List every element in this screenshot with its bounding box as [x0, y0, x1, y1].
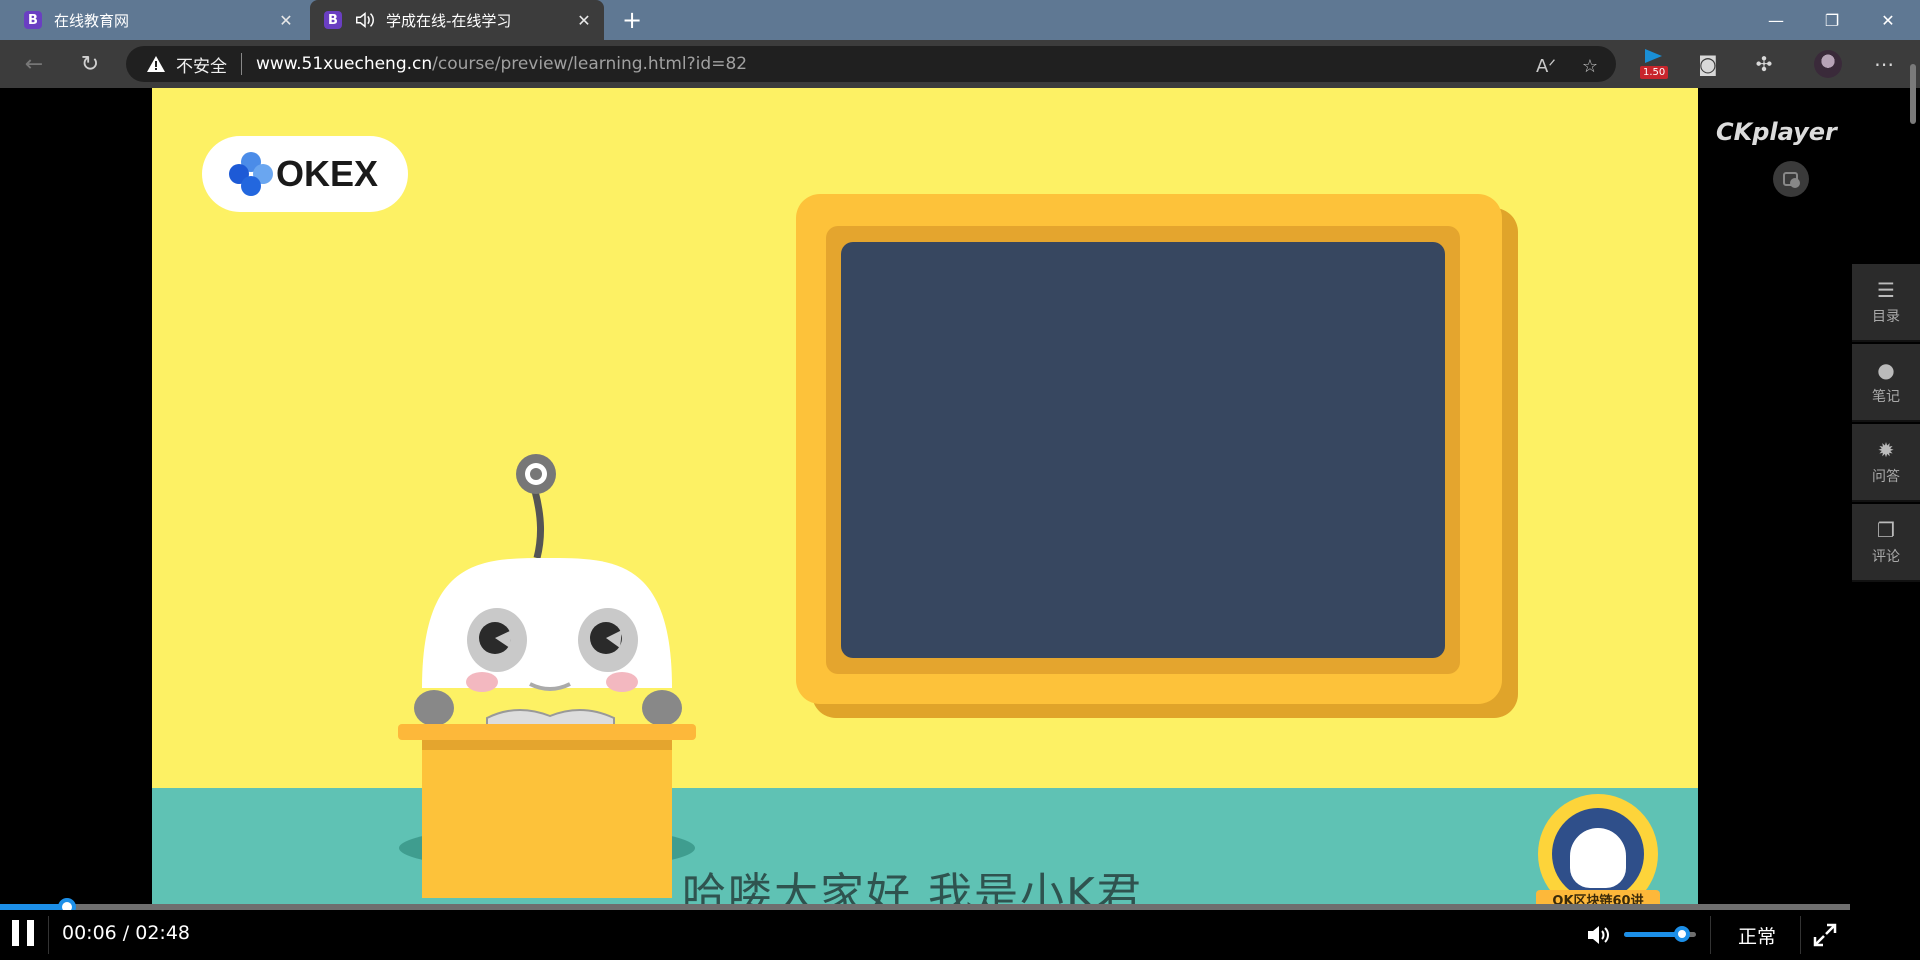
video-player[interactable]: OKEX OK区块链60讲 哈喽大家好 我是小K君 CKplayer ☰ 目录 …: [0, 88, 1920, 960]
reload-icon[interactable]: ↻: [74, 48, 106, 80]
sidebar-item-catalog[interactable]: ☰ 目录: [1852, 264, 1920, 342]
badge-mascot: [1570, 828, 1626, 888]
volume-icon[interactable]: [1586, 922, 1612, 948]
avatar[interactable]: [1814, 50, 1842, 78]
volume-handle[interactable]: [1673, 926, 1690, 942]
tab-title: 学成在线-在线学习: [386, 11, 512, 30]
gear-icon: ✹: [1877, 438, 1895, 462]
back-arrow-icon[interactable]: ←: [18, 48, 50, 80]
divider: [241, 53, 242, 75]
site-favicon: B: [24, 11, 42, 29]
pause-icon: [12, 920, 19, 946]
extensions-puzzle-icon[interactable]: ✣: [1748, 48, 1780, 80]
favorite-star-icon[interactable]: ☆: [1578, 55, 1602, 79]
time-display: 00:06 / 02:48: [62, 922, 190, 944]
course-badge: OK区块链60讲: [1536, 794, 1660, 906]
sidebar-item-comments[interactable]: ❐ 评论: [1852, 504, 1920, 582]
security-label[interactable]: 不安全: [176, 52, 227, 77]
current-time: 00:06: [62, 922, 117, 944]
tab-online-edu[interactable]: B 在线教育网 ✕: [0, 0, 306, 40]
pause-button[interactable]: [12, 920, 36, 946]
minimize-button[interactable]: —: [1748, 0, 1804, 40]
new-tab-button[interactable]: +: [618, 6, 646, 34]
sidebar-item-label: 笔记: [1872, 389, 1900, 405]
read-aloud-icon[interactable]: Aᐟ: [1534, 55, 1558, 79]
robot-mascot: [398, 454, 696, 898]
browser-toolbar: ← ↻ 不安全 www.51xuecheng.cn/course/preview…: [0, 40, 1920, 88]
close-tab-icon[interactable]: ✕: [274, 8, 298, 32]
sidebar-item-label: 目录: [1872, 309, 1900, 325]
url-host: www.51xuecheng.cn: [256, 54, 433, 74]
tab-title: 在线教育网: [54, 11, 130, 30]
tab-strip: B 在线教育网 ✕ B 学成在线-在线学习 ✕ + — ❐ ✕: [0, 0, 1920, 40]
url-path: /course/preview/learning.html?id=82: [432, 54, 748, 74]
sidebar-item-label: 问答: [1872, 469, 1900, 485]
divider: [48, 916, 49, 954]
volume-fill: [1624, 932, 1682, 937]
chalkboard: [841, 242, 1445, 658]
video-frame[interactable]: OKEX OK区块链60讲: [152, 88, 1698, 906]
copy-icon: ❐: [1877, 518, 1895, 542]
reading-mode-icon[interactable]: ◙: [1692, 48, 1724, 80]
more-menu-icon[interactable]: ⋯: [1868, 48, 1900, 80]
duration: 02:48: [135, 922, 191, 944]
sidebar-item-qa[interactable]: ✹ 问答: [1852, 424, 1920, 502]
user-icon: ●: [1877, 358, 1895, 382]
divider: [1710, 916, 1711, 954]
restore-button[interactable]: ❐: [1804, 0, 1860, 40]
warning-icon[interactable]: [146, 55, 166, 73]
playback-rate-button[interactable]: 正常: [1738, 922, 1776, 949]
page-scrollbar[interactable]: [1910, 64, 1916, 124]
pause-icon: [27, 920, 34, 946]
site-favicon: B: [324, 11, 342, 29]
sidebar-item-label: 评论: [1872, 549, 1900, 565]
close-window-button[interactable]: ✕: [1860, 0, 1916, 40]
address-bar[interactable]: 不安全 www.51xuecheng.cn/course/preview/lea…: [126, 46, 1616, 82]
okex-logo: OKEX: [202, 136, 408, 212]
ckplayer-brand: CKplayer: [1716, 118, 1837, 146]
close-tab-icon[interactable]: ✕: [572, 8, 596, 32]
speaker-icon[interactable]: [354, 9, 376, 31]
okex-logo-text: OKEX: [276, 153, 379, 194]
tab-learning-active[interactable]: B 学成在线-在线学习 ✕: [310, 0, 604, 40]
screenshot-button[interactable]: [1773, 161, 1809, 197]
okex-logo-icon: [229, 152, 273, 196]
camera-icon: [1783, 172, 1800, 188]
time-separator: /: [116, 922, 136, 944]
sidebar-item-notes[interactable]: ● 笔记: [1852, 344, 1920, 422]
extension-badge: 1.50: [1640, 66, 1669, 79]
list-icon: ☰: [1877, 278, 1895, 302]
fullscreen-icon[interactable]: [1812, 922, 1838, 948]
divider: [1800, 916, 1801, 954]
control-bar: 00:06 / 02:48 正常: [0, 910, 1920, 960]
